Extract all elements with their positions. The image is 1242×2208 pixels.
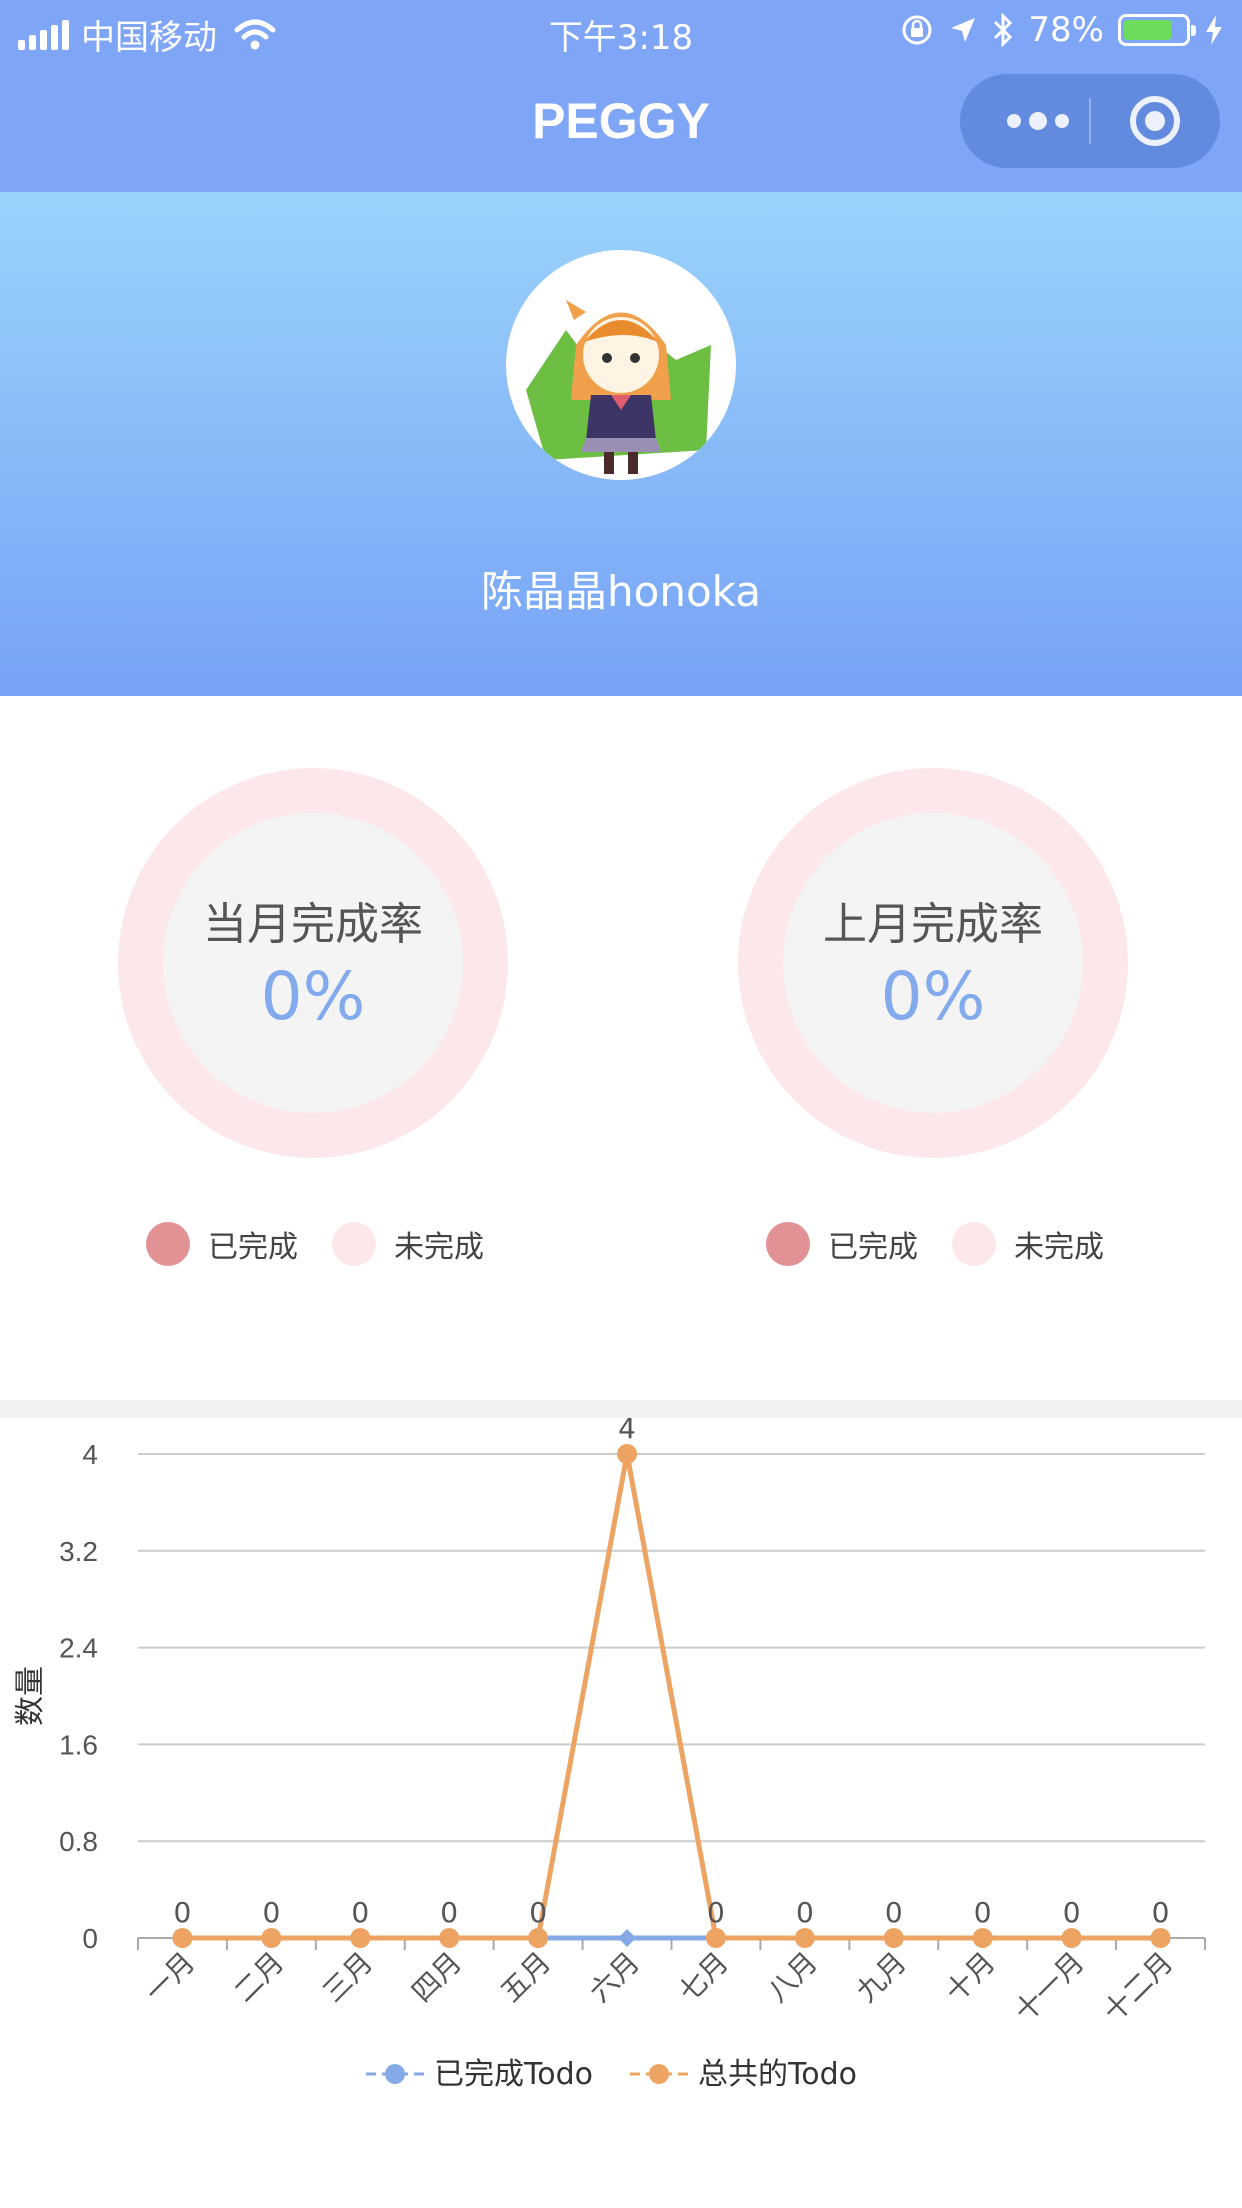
data-label: 0 bbox=[1063, 1896, 1081, 1929]
legend-undone-dot bbox=[332, 1222, 376, 1266]
avatar-illustration-icon bbox=[526, 300, 711, 474]
last-month-rate-chart: 上月完成率 0% bbox=[738, 768, 1128, 1158]
x-tick-label: 十月 bbox=[939, 1946, 1002, 2009]
username: 陈晶晶honoka bbox=[481, 567, 761, 616]
x-tick-label: 八月 bbox=[761, 1946, 824, 2009]
series-line-total bbox=[182, 1453, 1161, 1941]
data-label: 0 bbox=[1152, 1896, 1170, 1929]
data-label: 4 bbox=[618, 1418, 636, 1445]
legend-item-done[interactable]: 已完成 bbox=[146, 1222, 298, 1266]
legend-marker bbox=[649, 2064, 669, 2084]
x-tick-label: 十一月 bbox=[1008, 1946, 1091, 2029]
more-button[interactable] bbox=[990, 74, 1086, 168]
current-month-rate-value: 0% bbox=[260, 958, 366, 1035]
data-label: 0 bbox=[885, 1896, 903, 1929]
data-label: 0 bbox=[262, 1896, 280, 1929]
legend-item-undone[interactable]: 未完成 bbox=[952, 1222, 1104, 1266]
data-point-total bbox=[705, 1928, 726, 1948]
profile-header: 陈晶晶honoka bbox=[0, 192, 1242, 696]
more-icon bbox=[1007, 114, 1021, 128]
last-month-rate-label: 上月完成率 bbox=[823, 899, 1043, 950]
status-bar: 中国移动 下午3:18 78% bbox=[0, 0, 1242, 62]
last-month-rate-value: 0% bbox=[880, 958, 986, 1035]
data-point-total bbox=[261, 1928, 282, 1948]
legend-item-done-todo: 已完成Todo bbox=[434, 2057, 593, 2092]
data-label: 0 bbox=[351, 1896, 369, 1929]
current-month-rate-label: 当月完成率 bbox=[203, 899, 423, 950]
data-point-total bbox=[883, 1928, 904, 1948]
x-tick-label: 五月 bbox=[494, 1946, 557, 2009]
legend-undone-dot bbox=[952, 1222, 996, 1266]
y-axis-label: 数量 bbox=[13, 1666, 48, 1726]
legend-done-dot bbox=[146, 1222, 190, 1266]
data-point-total bbox=[1061, 1928, 1082, 1948]
data-point-total bbox=[439, 1928, 460, 1948]
data-point-total bbox=[1150, 1928, 1171, 1948]
orientation-lock-icon bbox=[902, 15, 932, 45]
legend-marker bbox=[385, 2064, 405, 2084]
x-tick-label: 十二月 bbox=[1097, 1946, 1180, 2029]
x-tick-label: 九月 bbox=[850, 1946, 913, 2009]
legend-item-total-todo: 总共的Todo bbox=[698, 2057, 857, 2092]
data-label: 0 bbox=[707, 1896, 725, 1929]
data-point-total bbox=[172, 1928, 193, 1948]
avatar[interactable] bbox=[506, 250, 736, 480]
x-tick-label: 一月 bbox=[138, 1946, 201, 2009]
data-point-done bbox=[618, 1929, 637, 1947]
data-label: 0 bbox=[974, 1896, 992, 1929]
data-label: 0 bbox=[174, 1896, 192, 1929]
y-tick-label: 1.6 bbox=[59, 1729, 98, 1760]
section-divider bbox=[0, 1400, 1242, 1418]
y-tick-label: 0.8 bbox=[59, 1826, 98, 1857]
legend-item-done[interactable]: 已完成 bbox=[766, 1222, 918, 1266]
y-tick-label: 0 bbox=[82, 1923, 98, 1954]
data-label: 0 bbox=[796, 1896, 814, 1929]
x-tick-label: 六月 bbox=[583, 1946, 646, 2009]
nav-bar: PEGGY bbox=[0, 62, 1242, 192]
x-tick-label: 四月 bbox=[405, 1946, 468, 2009]
current-month-rate-chart: 当月完成率 0% bbox=[118, 768, 508, 1158]
data-label: 0 bbox=[529, 1896, 547, 1929]
battery-percent: 78% bbox=[1028, 10, 1104, 50]
mini-program-capsule bbox=[960, 74, 1220, 168]
data-point-total bbox=[794, 1928, 815, 1948]
y-tick-label: 2.4 bbox=[59, 1633, 98, 1664]
data-point-total bbox=[350, 1928, 371, 1948]
data-point-total bbox=[617, 1444, 638, 1464]
data-point-total bbox=[528, 1928, 549, 1948]
y-tick-label: 4 bbox=[82, 1439, 98, 1470]
bluetooth-icon bbox=[994, 13, 1013, 47]
charging-icon bbox=[1206, 15, 1222, 45]
legend-item-undone[interactable]: 未完成 bbox=[332, 1222, 484, 1266]
x-tick-label: 二月 bbox=[227, 1946, 290, 2009]
data-point-total bbox=[972, 1928, 993, 1948]
x-tick-label: 七月 bbox=[672, 1946, 735, 2009]
data-label: 0 bbox=[440, 1896, 458, 1929]
legend-done-dot bbox=[766, 1222, 810, 1266]
close-target-icon[interactable] bbox=[1130, 96, 1180, 146]
current-month-legend: 已完成 未完成 bbox=[146, 1222, 518, 1266]
y-tick-label: 3.2 bbox=[59, 1536, 98, 1567]
x-tick-label: 三月 bbox=[316, 1946, 379, 2009]
monthly-todo-line-chart: 0 0.8 1.6 2.4 3.2 4 一月 二月 三月 四月 五月 六月 七月 八月 九月 十月 十一月 十二月… bbox=[13, 1418, 1206, 2092]
location-icon bbox=[951, 18, 976, 42]
last-month-legend: 已完成 未完成 bbox=[766, 1222, 1138, 1266]
battery-icon bbox=[1118, 14, 1196, 46]
